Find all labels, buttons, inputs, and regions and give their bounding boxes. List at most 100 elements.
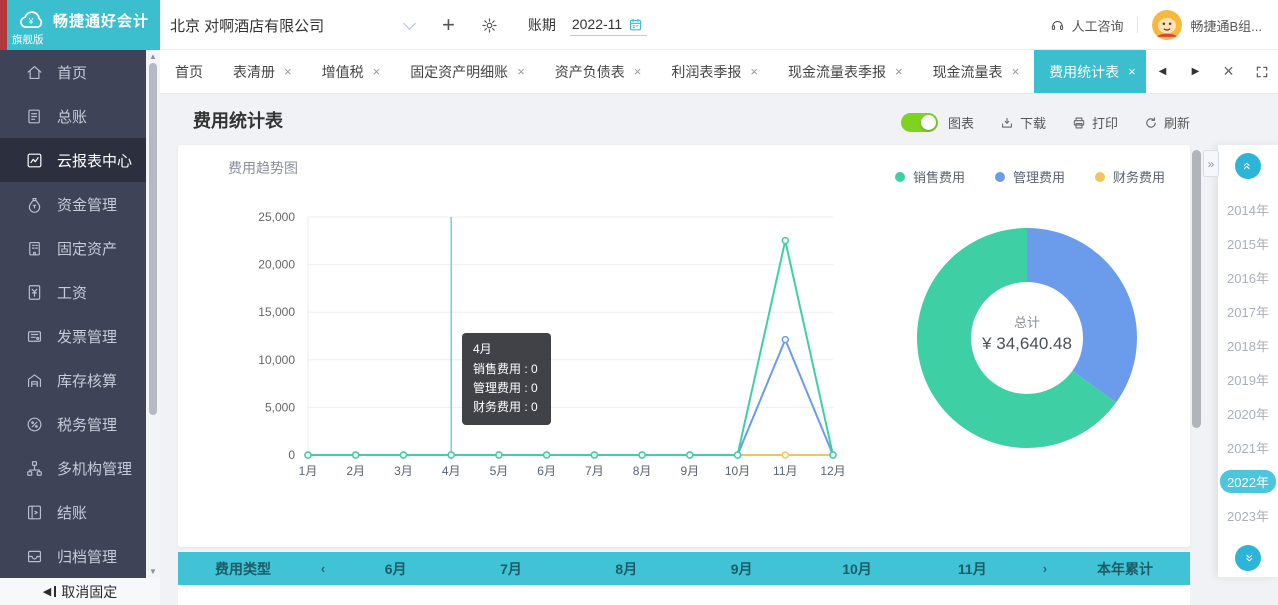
table-first-row xyxy=(178,585,1190,605)
period-label: 账期 xyxy=(528,15,556,35)
avatar[interactable] xyxy=(1152,10,1182,40)
add-button[interactable]: + xyxy=(442,14,455,36)
company-name: 北京 对啊酒店有限公司 xyxy=(170,15,324,36)
sidebar-item-cloud-report-center[interactable]: 云报表中心 xyxy=(0,138,146,182)
svg-text:20,000: 20,000 xyxy=(258,258,295,272)
fullscreen-icon[interactable] xyxy=(1245,50,1278,93)
scroll-up-icon[interactable]: ▲ xyxy=(146,52,160,61)
tab-balance-sheet[interactable]: 资产负债表× xyxy=(540,50,657,93)
tab-close-icon[interactable]: × xyxy=(517,64,525,79)
gear-icon[interactable] xyxy=(481,17,498,34)
tab-vat[interactable]: 增值税 × xyxy=(307,50,396,93)
svg-text:5月: 5月 xyxy=(490,464,509,478)
months-prev-icon[interactable]: ‹ xyxy=(308,561,338,576)
sidebar-item-general-ledger[interactable]: 总账 xyxy=(0,94,146,138)
chart-toggle-group: 图表 xyxy=(901,113,974,132)
years-scroll-down-button[interactable]: « xyxy=(1235,545,1261,571)
help-button[interactable]: 人工咨询 xyxy=(1050,16,1123,35)
sidebar-scroll-thumb[interactable] xyxy=(149,63,157,415)
sidebar-item-inventory-accounting[interactable]: 库存核算 xyxy=(0,358,146,402)
year-item-2015[interactable]: 2015年 xyxy=(1218,226,1278,260)
year-item-2019[interactable]: 2019年 xyxy=(1218,362,1278,396)
collapse-panel-handle[interactable]: » xyxy=(1203,150,1219,177)
refresh-label: 刷新 xyxy=(1164,113,1190,132)
tab-fixed-asset-detail[interactable]: 固定资产明细账× xyxy=(395,50,540,93)
sidebar-item-tax-management[interactable]: 税务管理 xyxy=(0,402,146,446)
sidebar-item-invoice-management[interactable]: 发票管理 xyxy=(0,314,146,358)
chart-toggle[interactable] xyxy=(901,113,938,132)
download-button[interactable]: 下载 xyxy=(1000,113,1046,132)
tab-close-icon[interactable]: × xyxy=(1012,64,1020,79)
year-item-2022[interactable]: 2022年 xyxy=(1218,464,1278,498)
ledger-icon xyxy=(25,107,44,126)
tab-cashflow[interactable]: 现金流量表× xyxy=(918,50,1035,93)
years-scroll-up-button[interactable]: « xyxy=(1235,153,1261,179)
sidebar-item-label: 固定资产 xyxy=(57,238,117,259)
tab-home[interactable]: 首页 xyxy=(160,50,218,93)
warehouse-icon xyxy=(25,371,44,390)
tab-scroll-right-icon[interactable]: ▶ xyxy=(1179,50,1212,93)
sidebar-item-home[interactable]: 首页 xyxy=(0,50,146,94)
svg-text:¥: ¥ xyxy=(28,17,34,26)
close-tabs-icon[interactable]: × xyxy=(1212,50,1245,93)
sidebar-item-label: 结账 xyxy=(57,502,87,523)
building-icon xyxy=(25,239,44,258)
svg-text:25,000: 25,000 xyxy=(258,210,295,224)
chart-card: 费用趋势图 销售费用管理费用财务费用 05,00010,00015,00020,… xyxy=(178,145,1190,547)
year-item-2021[interactable]: 2021年 xyxy=(1218,430,1278,464)
tab-expense-statistics[interactable]: 费用统计表× xyxy=(1034,50,1146,93)
year-label: 2022年 xyxy=(1220,470,1276,493)
months-next-icon[interactable]: › xyxy=(1030,561,1060,576)
year-label: 2015年 xyxy=(1220,232,1276,255)
tab-close-icon[interactable]: × xyxy=(284,64,292,79)
tab-close-icon[interactable]: × xyxy=(373,64,381,79)
tab-statement-list[interactable]: 表清册× xyxy=(218,50,307,93)
tab-cashflow-quarter[interactable]: 现金流量表季报 × xyxy=(773,50,918,93)
year-item-2017[interactable]: 2017年 xyxy=(1218,294,1278,328)
edition-ribbon xyxy=(0,0,7,50)
tab-income-statement-quarter[interactable]: 利润表季报× xyxy=(656,50,773,93)
content-scroll-thumb[interactable] xyxy=(1192,150,1201,428)
sidebar-item-multi-org-management[interactable]: 多机构管理 xyxy=(0,446,146,490)
svg-text:2月: 2月 xyxy=(346,464,365,478)
tab-scroll-left-icon[interactable]: ◀ xyxy=(1146,50,1179,93)
user-name[interactable]: 畅捷通B组... xyxy=(1190,16,1262,35)
sidebar-scrollbar[interactable]: ▲ ▼ xyxy=(146,50,160,578)
page-title: 费用统计表 xyxy=(193,107,283,133)
scroll-down-icon[interactable]: ▼ xyxy=(146,567,160,576)
year-item-2023[interactable]: 2023年 xyxy=(1218,498,1278,532)
tab-label: 现金流量表季报 xyxy=(788,62,886,82)
sidebar-item-payroll[interactable]: 工资 xyxy=(0,270,146,314)
year-item-2020[interactable]: 2020年 xyxy=(1218,396,1278,430)
year-item-2014[interactable]: 2014年 xyxy=(1218,192,1278,226)
sidebar-nav: 首页总账云报表中心资金管理固定资产工资发票管理库存核算税务管理多机构管理结账归档… xyxy=(0,50,160,605)
sidebar-item-fixed-assets[interactable]: 固定资产 xyxy=(0,226,146,270)
sidebar-item-label: 多机构管理 xyxy=(57,458,132,479)
refresh-icon xyxy=(1144,116,1158,130)
tab-close-icon[interactable]: × xyxy=(895,64,903,79)
svg-text:7月: 7月 xyxy=(585,464,604,478)
year-item-2016[interactable]: 2016年 xyxy=(1218,260,1278,294)
sidebar-item-label: 库存核算 xyxy=(57,370,117,391)
unpin-sidebar-button[interactable]: ◀ 取消固定 xyxy=(0,578,160,605)
report-chart-icon xyxy=(25,151,44,170)
tab-label: 增值税 xyxy=(322,62,364,82)
year-item-2018[interactable]: 2018年 xyxy=(1218,328,1278,362)
tab-close-icon[interactable]: × xyxy=(634,64,642,79)
tooltip-row: 管理费用 : 0 xyxy=(473,379,538,398)
svg-text:6月: 6月 xyxy=(537,464,556,478)
company-selector[interactable]: 北京 对啊酒店有限公司 xyxy=(170,15,414,36)
refresh-button[interactable]: 刷新 xyxy=(1144,113,1190,132)
sidebar-item-funds-management[interactable]: 资金管理 xyxy=(0,182,146,226)
sidebar-item-archive-management[interactable]: 归档管理 xyxy=(0,534,146,578)
invoice-icon xyxy=(25,327,44,346)
print-button[interactable]: 打印 xyxy=(1072,113,1118,132)
period-picker[interactable]: 2022-11 xyxy=(570,14,647,36)
headset-icon xyxy=(1050,18,1065,33)
tab-close-icon[interactable]: × xyxy=(1128,64,1136,79)
edition-label: 旗舰版 xyxy=(12,32,44,47)
tab-close-icon[interactable]: × xyxy=(750,64,758,79)
svg-text:15,000: 15,000 xyxy=(258,305,295,319)
sidebar-item-closing[interactable]: 结账 xyxy=(0,490,146,534)
year-panel: « 2014年2015年2016年2017年2018年2019年2020年202… xyxy=(1218,145,1278,577)
